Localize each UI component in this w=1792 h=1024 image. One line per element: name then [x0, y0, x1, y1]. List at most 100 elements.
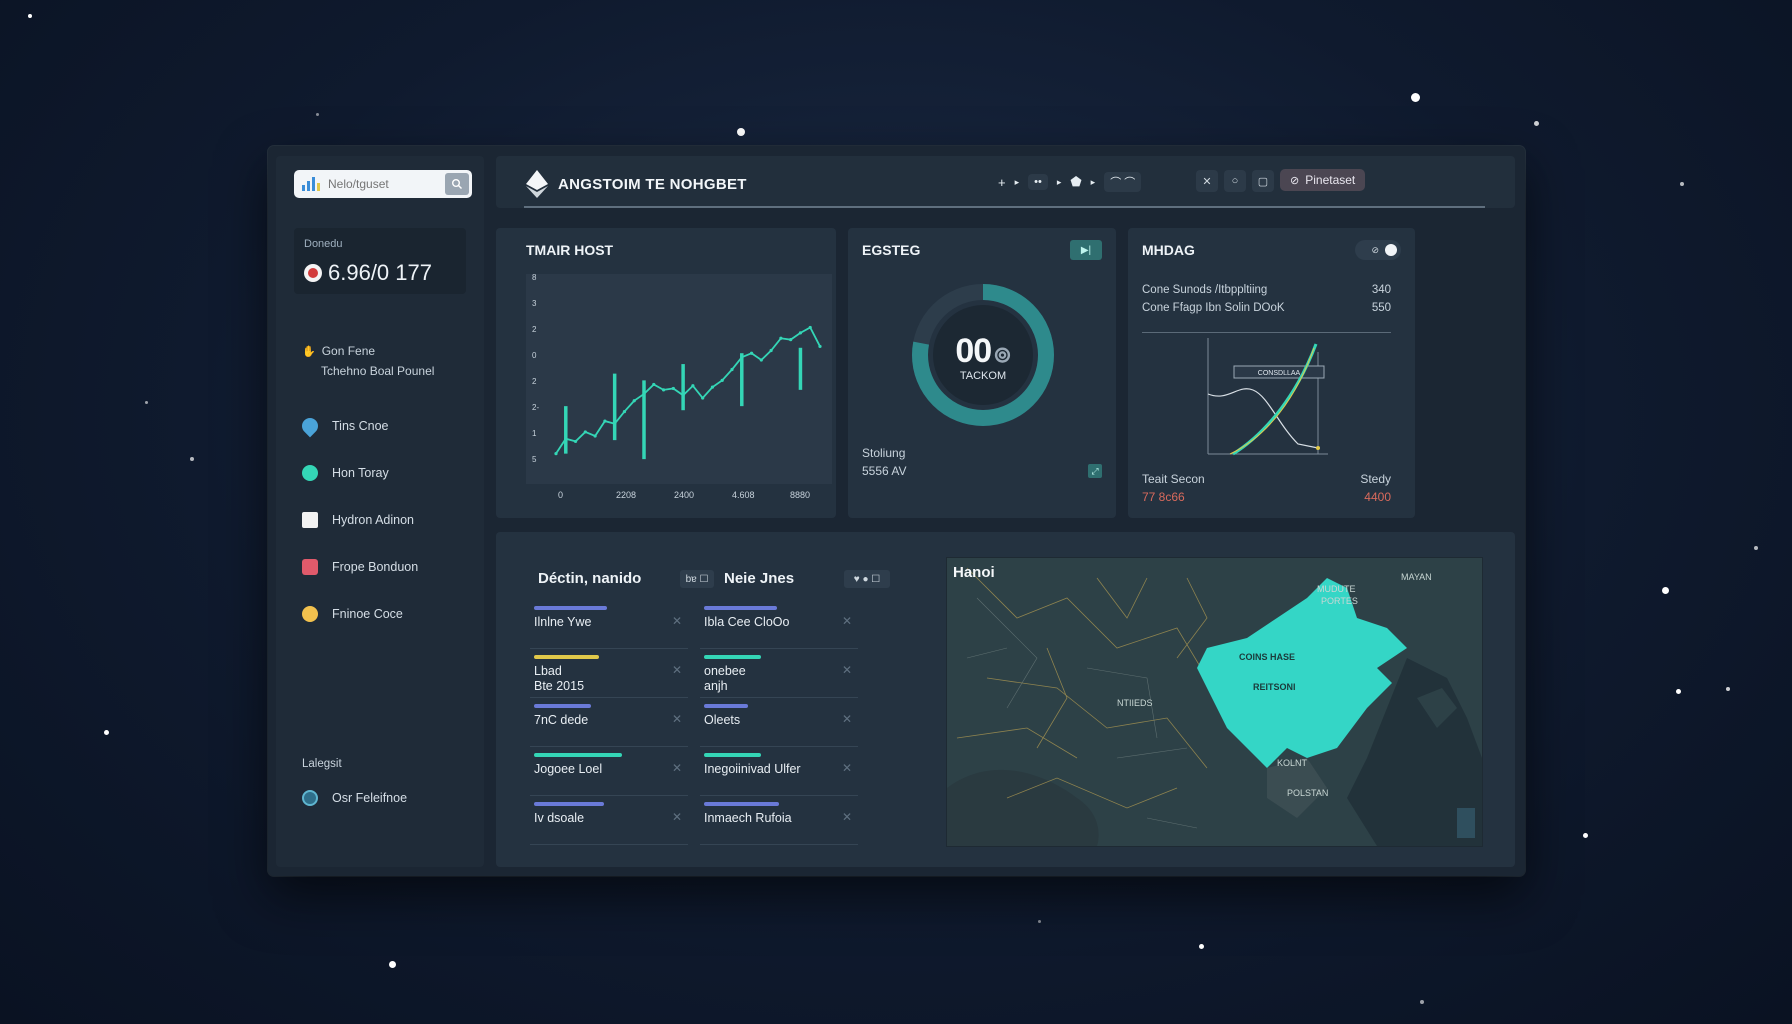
sidebar-item-hon-toray[interactable]: Hon Toray	[302, 465, 389, 481]
data-point[interactable]	[749, 351, 754, 355]
data-point[interactable]	[730, 367, 734, 372]
right-list-filter[interactable]: ♥ ● ☐	[844, 570, 890, 588]
link-icon: ⊘	[1290, 174, 1300, 187]
left-list-title: Déctin, nanido	[538, 570, 642, 587]
gauge-label: TACKOM	[959, 370, 1007, 382]
primary-action-button[interactable]: ⊘ Pinetaset	[1280, 169, 1366, 191]
list-item[interactable]: Ibla Cee CloOo ✕	[700, 600, 858, 649]
breadcrumb: + ▸ •• ▸ ⬟ ▸ ⌒ ⌒	[998, 172, 1142, 192]
close-icon[interactable]: ✕	[842, 761, 852, 775]
data-point[interactable]	[691, 384, 695, 388]
crumb-more[interactable]: ••	[1028, 174, 1048, 190]
header-underline	[524, 206, 1485, 208]
crumb-link[interactable]: ⌒ ⌒	[1104, 172, 1142, 192]
toggle-icon: ⊘	[1371, 244, 1379, 255]
gauge-card-title: EGSTEG	[862, 242, 921, 258]
gauge-footer-label: Stoliung	[862, 446, 906, 460]
list-item-label: Ibla Cee CloOo	[704, 615, 790, 629]
stats-toggle[interactable]: ⊘	[1355, 240, 1401, 260]
data-point[interactable]	[573, 439, 578, 444]
data-point[interactable]	[642, 392, 646, 396]
close-icon[interactable]: ✕	[672, 761, 682, 775]
header-actions: ✕ ○ ▢	[1196, 170, 1274, 192]
data-point[interactable]	[613, 422, 617, 426]
sidebar-item-tins-cnoe[interactable]: Tins Cnoe	[298, 414, 389, 438]
crumb-add[interactable]: +	[998, 175, 1006, 190]
data-point[interactable]	[671, 386, 675, 391]
chevron-right-icon: ▸	[1014, 176, 1020, 187]
share-icon[interactable]: ✕	[1196, 170, 1218, 192]
data-point[interactable]	[808, 325, 812, 330]
map-label: PORTES	[1321, 596, 1358, 606]
data-point[interactable]	[710, 385, 715, 389]
map-label: POLSTAN	[1287, 788, 1329, 798]
brand-title: ANGSTOIM TE NOHGBET	[558, 175, 747, 193]
image-icon	[302, 559, 318, 575]
data-point[interactable]	[740, 355, 744, 359]
stats-footer-right-value: 4400	[1364, 490, 1391, 504]
data-point[interactable]	[632, 399, 636, 403]
list-item[interactable]: Ilnlne Ywe ✕	[530, 600, 688, 649]
refresh-icon[interactable]: ○	[1224, 170, 1246, 192]
data-point[interactable]	[583, 430, 587, 434]
map[interactable]: Hanoi MUDUTE PORTES MAYAN COINS HASE REI…	[946, 557, 1483, 847]
close-icon[interactable]: ✕	[672, 712, 682, 726]
line-chart-svg: 8 3 2 0 2 2- 1 5	[532, 274, 822, 464]
data-point[interactable]	[769, 348, 773, 353]
data-point[interactable]	[789, 338, 793, 342]
crumb-home[interactable]: ⬟	[1070, 174, 1081, 190]
search-bar[interactable]	[294, 170, 472, 198]
data-point[interactable]	[554, 452, 558, 456]
search-button[interactable]	[445, 173, 469, 195]
list-item-bar	[704, 753, 761, 757]
sidebar-item-osr-feleifnoe[interactable]: Osr Feleifnoe	[302, 790, 407, 806]
list-item[interactable]: Jogoee Loel ✕	[530, 747, 688, 796]
data-point[interactable]	[564, 437, 568, 441]
data-point[interactable]	[681, 393, 685, 397]
close-icon[interactable]: ✕	[672, 614, 682, 628]
data-point[interactable]	[720, 378, 724, 382]
gauge-footer-value: 5556 AV	[862, 464, 907, 478]
list-item[interactable]: Lbad Bte 2015 ✕	[530, 649, 688, 698]
list-item[interactable]: Inmaech Rufoia ✕	[700, 796, 858, 845]
data-point[interactable]	[759, 358, 763, 362]
y-tick-label: 0	[532, 351, 537, 360]
list-item[interactable]: Oleets ✕	[700, 698, 858, 747]
data-point[interactable]	[701, 396, 705, 400]
list-item-label: Inmaech Rufoia	[704, 811, 792, 825]
data-point[interactable]	[779, 336, 783, 340]
sidebar-item-hydron-adinon[interactable]: Hydron Adinon	[302, 512, 414, 528]
close-icon[interactable]: ✕	[672, 810, 682, 824]
list-item[interactable]: Iv dsoale ✕	[530, 796, 688, 845]
data-point[interactable]	[622, 409, 627, 414]
sidebar-item-frope-bonduon[interactable]: Frope Bonduon	[302, 559, 418, 575]
spinner-icon: ⊚	[993, 342, 1011, 367]
data-point[interactable]	[603, 419, 607, 423]
data-point[interactable]	[661, 388, 666, 392]
close-icon[interactable]: ✕	[842, 810, 852, 824]
line-chart-plot: 8 3 2 0 2 2- 1 5	[526, 274, 832, 484]
data-point[interactable]	[798, 331, 803, 335]
expand-icon[interactable]: ⤢	[1088, 464, 1102, 478]
list-item[interactable]: 7nC dede ✕	[530, 698, 688, 747]
left-list-filter[interactable]: bɐ ☐	[680, 570, 714, 588]
close-icon[interactable]: ✕	[672, 663, 682, 677]
close-icon[interactable]: ✕	[842, 614, 852, 628]
sidebar-item-fninoe-coce[interactable]: Fninoe Coce	[302, 606, 403, 622]
window-icon[interactable]: ▢	[1252, 170, 1274, 192]
data-point[interactable]	[593, 434, 597, 438]
map-label: MUDUTE	[1317, 584, 1356, 594]
x-tick-label: 2208	[616, 490, 637, 500]
close-icon[interactable]: ✕	[842, 712, 852, 726]
search-input[interactable]	[326, 176, 440, 192]
mini-curve-chart: CONSDLLAA	[1207, 338, 1328, 456]
play-icon[interactable]: ▶|	[1070, 240, 1102, 260]
data-point[interactable]	[652, 382, 656, 387]
stats-row: Cone Ffagp Ibn Solin DOoK 550	[1142, 302, 1391, 314]
list-item[interactable]: Inegoiinivad Ulfer ✕	[700, 747, 858, 796]
close-icon[interactable]: ✕	[842, 663, 852, 677]
list-item[interactable]: onebee anjh ✕	[700, 649, 858, 698]
data-point[interactable]	[818, 344, 822, 349]
brand[interactable]: ANGSTOIM TE NOHGBET	[526, 170, 747, 198]
map-title: Hanoi	[953, 564, 995, 581]
